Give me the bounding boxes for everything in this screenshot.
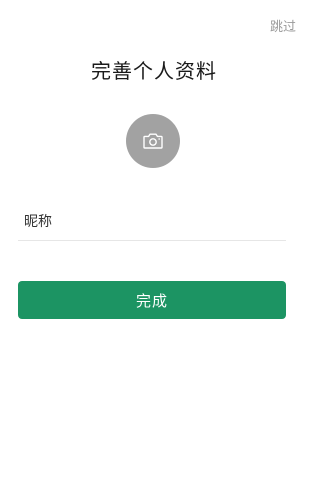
- page-title: 完善个人资料: [91, 59, 217, 83]
- nickname-row: 昵称: [18, 202, 286, 241]
- nickname-input[interactable]: [72, 206, 286, 236]
- camera-icon: [143, 133, 163, 149]
- avatar-upload-button[interactable]: [126, 114, 180, 168]
- nickname-label: 昵称: [24, 214, 52, 230]
- done-button[interactable]: 完成: [18, 281, 286, 319]
- skip-link[interactable]: 跳过: [270, 20, 296, 36]
